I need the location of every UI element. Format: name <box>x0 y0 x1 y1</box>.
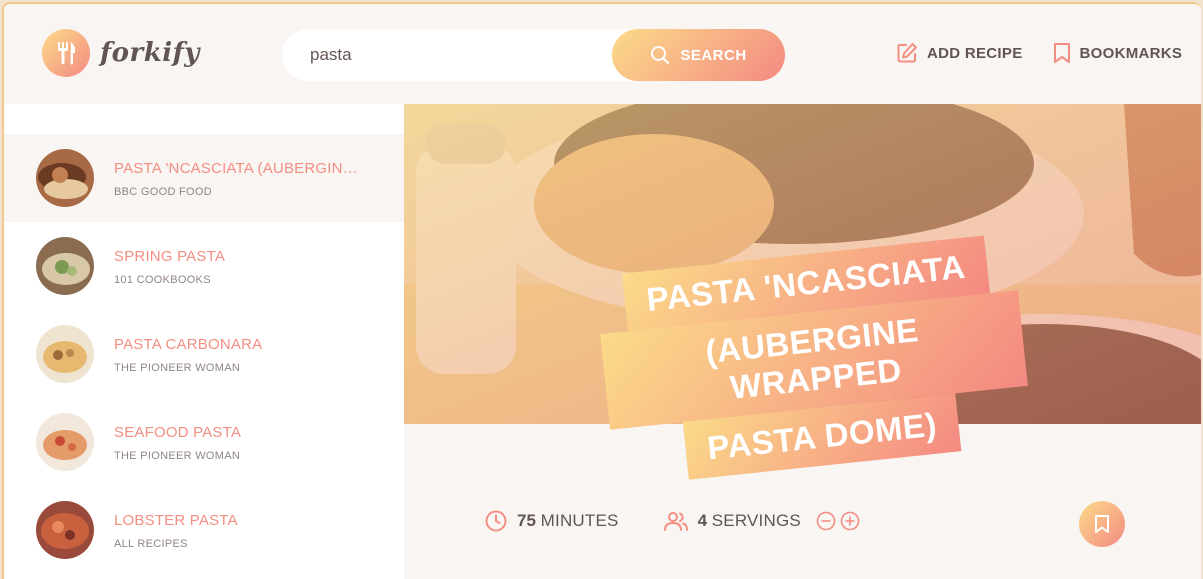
result-thumbnail <box>36 501 94 559</box>
result-thumbnail <box>36 149 94 207</box>
search-button[interactable]: SEARCH <box>612 29 785 81</box>
cooking-time-value: 75 <box>517 511 536 530</box>
result-publisher: THE PIONEER WOMAN <box>114 362 241 374</box>
result-item[interactable]: SEAFOOD PASTA THE PIONEER WOMAN <box>4 398 404 486</box>
servings-controls <box>816 511 860 531</box>
result-item[interactable]: LOBSTER PASTA ALL RECIPES <box>4 486 404 574</box>
cooking-time: 75 MINUTES <box>484 509 619 533</box>
logo[interactable]: forkify <box>42 29 200 77</box>
result-thumbnail <box>36 237 94 295</box>
bookmark-recipe-button[interactable] <box>1079 501 1125 547</box>
bookmarks-label: BOOKMARKS <box>1079 44 1183 62</box>
recipe-view: PASTA 'NCASCIATA (AUBERGINE WRAPPED PAST… <box>404 104 1201 579</box>
result-publisher: THE PIONEER WOMAN <box>114 450 241 462</box>
result-item[interactable]: SPRING PASTA 101 COOKBOOKS <box>4 222 404 310</box>
add-recipe-label: ADD RECIPE <box>927 44 1023 62</box>
result-thumbnail <box>36 325 94 383</box>
header-nav: ADD RECIPE BOOKMARKS <box>896 42 1182 64</box>
minus-circle-icon[interactable] <box>816 511 836 531</box>
fork-knife-icon <box>42 29 90 77</box>
search-form: SEARCH <box>282 29 785 81</box>
logo-text: forkify <box>100 38 200 68</box>
result-item[interactable]: PASTA 'NCASCIATA (AUBERGINE ... BBC GOOD… <box>4 134 404 222</box>
result-title: SPRING PASTA <box>114 248 226 265</box>
servings-unit: SERVINGS <box>711 511 801 530</box>
app-window: forkify SEARCH ADD RECIPE <box>2 2 1201 579</box>
add-recipe-button[interactable]: ADD RECIPE <box>896 42 1023 64</box>
result-title: PASTA 'NCASCIATA (AUBERGINE ... <box>114 160 364 177</box>
recipe-title: PASTA 'NCASCIATA (AUBERGINE WRAPPED PAST… <box>594 233 1034 488</box>
clock-icon <box>485 510 507 532</box>
search-results: PASTA 'NCASCIATA (AUBERGINE ... BBC GOOD… <box>4 104 404 579</box>
result-publisher: 101 COOKBOOKS <box>114 274 211 286</box>
servings: 4 SERVINGS <box>663 509 860 533</box>
recipe-details: 75 MINUTES 4 SERVINGS <box>484 509 904 533</box>
result-title: LOBSTER PASTA <box>114 512 238 529</box>
result-title: PASTA CARBONARA <box>114 336 263 353</box>
bookmark-icon <box>1053 43 1070 63</box>
result-thumbnail <box>36 413 94 471</box>
result-item[interactable]: PASTA CARBONARA THE PIONEER WOMAN <box>4 310 404 398</box>
result-publisher: BBC GOOD FOOD <box>114 186 213 198</box>
edit-icon <box>897 43 917 63</box>
result-publisher: ALL RECIPES <box>114 538 188 550</box>
search-input[interactable] <box>310 43 600 67</box>
search-button-label: SEARCH <box>680 46 747 64</box>
search-icon <box>651 46 670 64</box>
bookmark-icon <box>1095 515 1109 533</box>
servings-value: 4 <box>697 511 708 530</box>
plus-circle-icon[interactable] <box>840 511 860 531</box>
result-title: SEAFOOD PASTA <box>114 424 242 441</box>
bookmarks-button[interactable]: BOOKMARKS <box>1053 42 1183 64</box>
cooking-time-unit: MINUTES <box>540 511 619 530</box>
header: forkify SEARCH ADD RECIPE <box>4 4 1201 104</box>
users-icon <box>663 512 688 531</box>
